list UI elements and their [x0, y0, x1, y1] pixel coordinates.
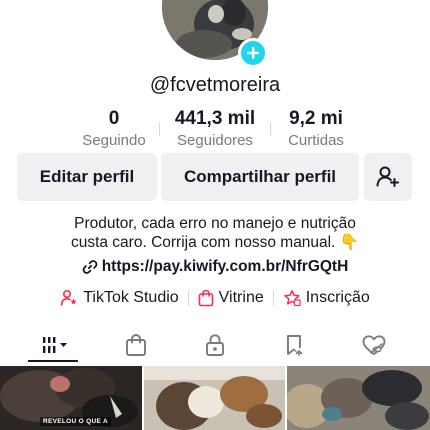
following-count: 0 [108, 108, 120, 129]
repost-icon [287, 335, 305, 357]
profile-tabs [0, 328, 430, 362]
bio-line-1: Produtor, cada erro no manejo e nutrição [74, 215, 356, 232]
username[interactable]: @fcvetmoreira [0, 74, 430, 97]
stat-following[interactable]: 0 Seguindo [74, 108, 154, 152]
subscription-icon [284, 290, 301, 307]
add-photo-button[interactable] [238, 38, 268, 68]
video-caption: REVELOU O QUE A [40, 417, 111, 426]
add-friend-button[interactable] [364, 153, 412, 201]
shortcut-inscricao[interactable]: Inscrição [283, 289, 370, 307]
tab-private[interactable] [195, 328, 235, 362]
studio-icon [60, 289, 77, 306]
followers-count: 441,3 mil [174, 108, 256, 129]
share-profile-button[interactable]: Compartilhar perfil [161, 153, 359, 201]
shopping-bag-icon [198, 289, 213, 307]
pointing-down-emoji: 👇 [339, 233, 360, 251]
bio-link[interactable]: https://pay.kiwify.com.br/NfrGQtH [0, 258, 430, 276]
video-grid: REVELOU O QUE A [0, 366, 430, 430]
shortcut-label: TikTok Studio [83, 289, 179, 306]
shortcut-label: Vitrine [218, 289, 264, 306]
bag-icon [126, 334, 146, 356]
lock-icon [206, 334, 224, 356]
video-thumbnail[interactable] [287, 366, 430, 430]
following-label: Seguindo [82, 132, 146, 149]
video-preview [144, 366, 285, 430]
active-tab-indicator [28, 360, 78, 362]
likes-count: 9,2 mi [289, 108, 343, 129]
person-add-icon [376, 166, 399, 187]
tab-shop[interactable] [116, 328, 156, 362]
stat-likes[interactable]: 9,2 mi Curtidas [276, 108, 356, 152]
stat-divider [270, 122, 271, 136]
profile-stats: 0 Seguindo 441,3 mil Seguidores 9,2 mi C… [0, 108, 430, 152]
bio-link-url[interactable]: https://pay.kiwify.com.br/NfrGQtH [102, 258, 349, 276]
stat-followers[interactable]: 441,3 mil Seguidores [165, 108, 265, 152]
video-thumbnail[interactable]: REVELOU O QUE A [0, 366, 142, 430]
bio-line-2: custa caro. Corrija com nosso manual. 👇 [0, 234, 430, 253]
followers-label: Seguidores [177, 132, 253, 149]
avatar-container[interactable] [162, 0, 268, 68]
video-thumbnail[interactable] [144, 366, 285, 430]
profile-shortcuts: TikTok Studio Vitrine Inscrição [0, 289, 430, 307]
edit-profile-button[interactable]: Editar perfil [17, 153, 157, 201]
plus-icon [247, 47, 259, 59]
tab-reposts[interactable] [275, 328, 315, 362]
shortcut-label: Inscrição [305, 289, 370, 306]
shortcut-divider [187, 290, 189, 306]
heart-hidden-icon [362, 335, 386, 355]
video-preview [287, 366, 430, 430]
grid-icon [43, 337, 67, 353]
tab-videos[interactable] [33, 328, 75, 362]
link-icon [82, 260, 98, 274]
stat-divider [159, 122, 160, 136]
likes-label: Curtidas [288, 132, 344, 149]
shortcut-divider [272, 290, 274, 306]
tab-liked[interactable] [354, 328, 394, 362]
shortcut-vitrine[interactable]: Vitrine [198, 289, 264, 307]
shortcut-tiktok-studio[interactable]: TikTok Studio [60, 289, 179, 307]
bio: Produtor, cada erro no manejo e nutrição… [0, 215, 430, 252]
bio-line-2-text: custa caro. Corrija com nosso manual. [70, 233, 336, 251]
